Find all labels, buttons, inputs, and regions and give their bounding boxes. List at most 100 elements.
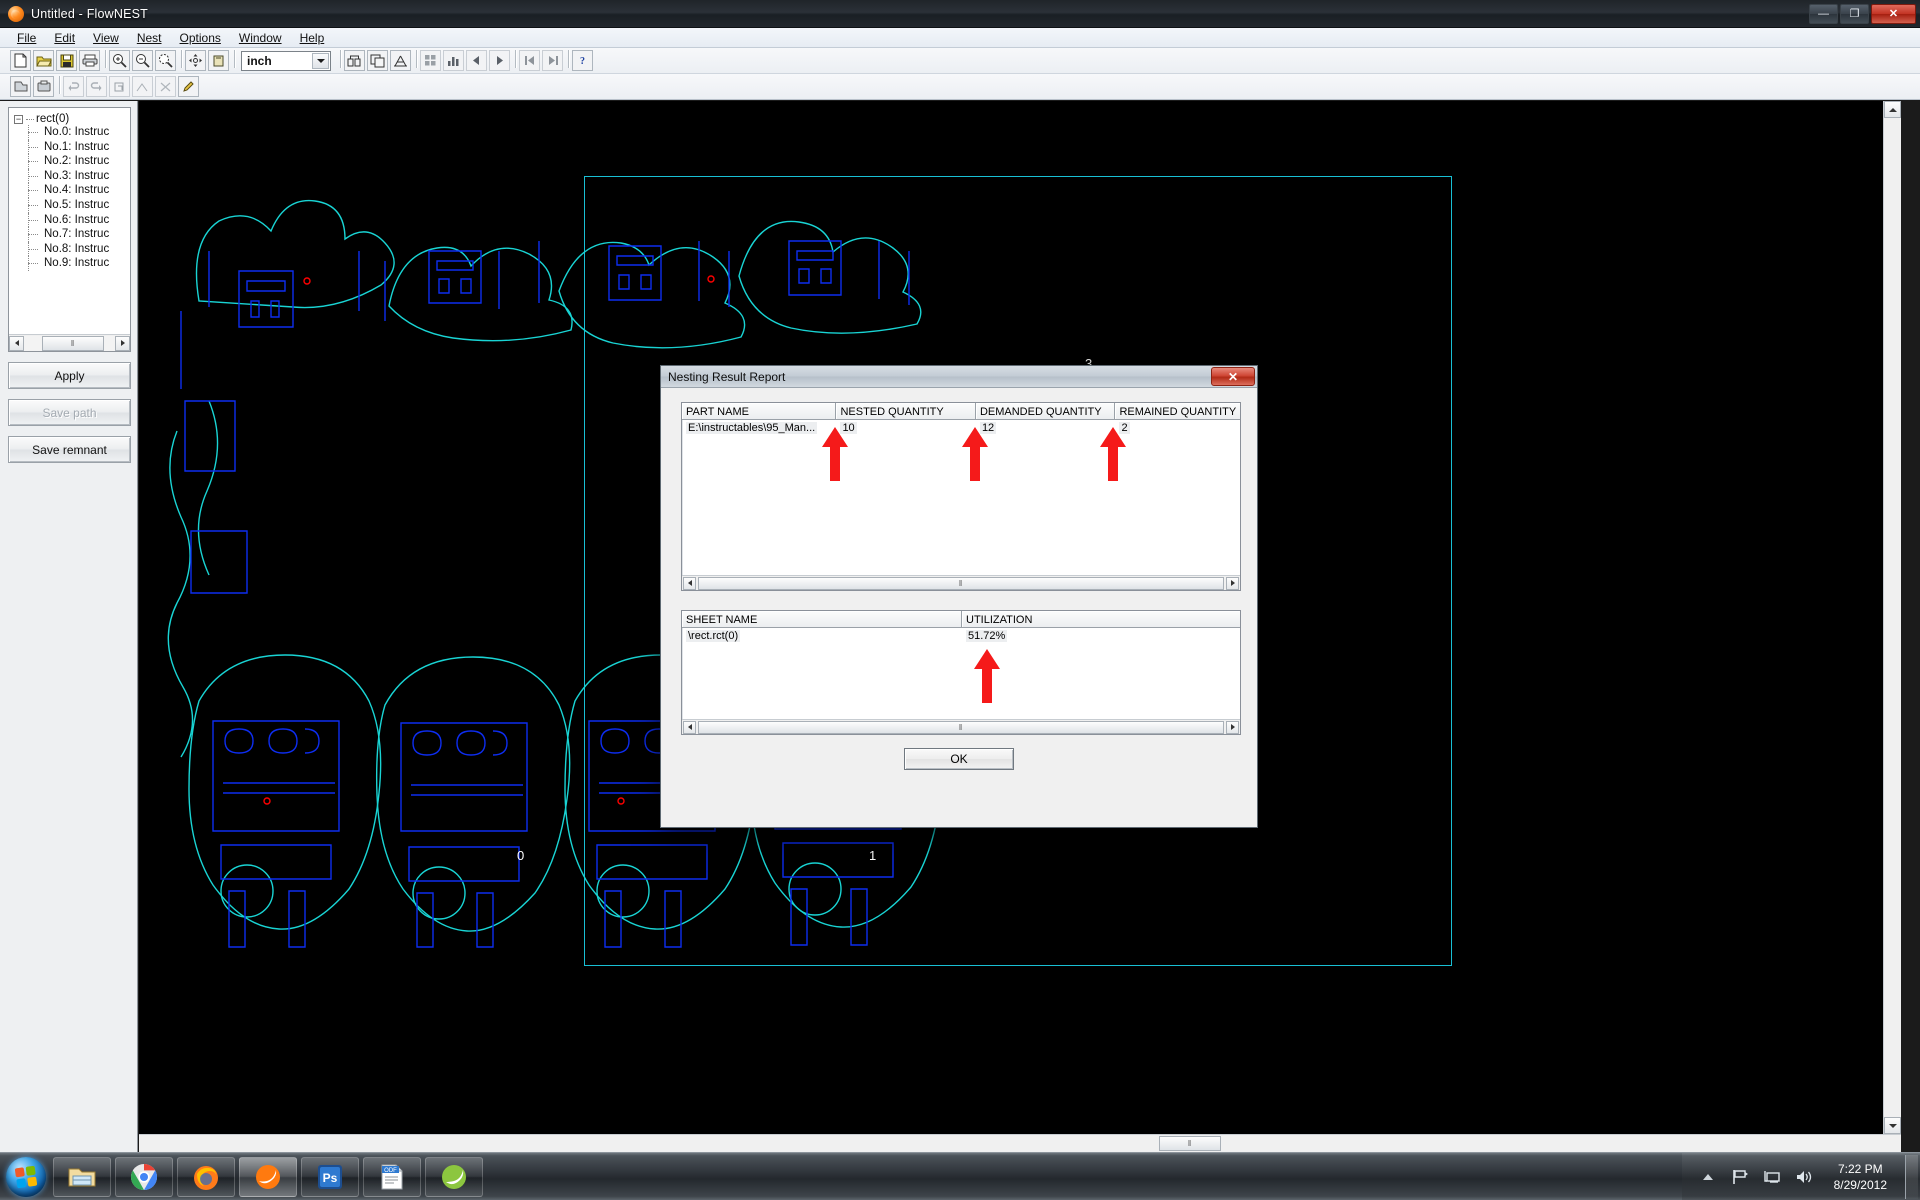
scroll-right-icon[interactable] — [1226, 576, 1239, 590]
parts-result-grid[interactable]: PART NAME NESTED QUANTITY DEMANDED QUANT… — [681, 402, 1241, 591]
minimize-button[interactable]: — — [1809, 3, 1838, 24]
dialog-titlebar: Nesting Result Report ✕ — [661, 366, 1257, 388]
paste-lead-icon[interactable] — [33, 76, 54, 97]
sheets-grid-scrollbar[interactable]: ‖ — [682, 719, 1240, 734]
show-hidden-icons-button[interactable] — [1697, 1166, 1719, 1188]
open-folder-icon[interactable] — [33, 50, 54, 71]
zoom-window-icon[interactable] — [155, 50, 176, 71]
column-part-name[interactable]: PART NAME — [682, 403, 837, 420]
previous-sheet-icon[interactable] — [466, 50, 487, 71]
menu-nest[interactable]: Nest — [128, 29, 171, 47]
chevron-down-icon[interactable] — [312, 52, 329, 69]
scroll-left-icon[interactable] — [683, 576, 696, 590]
volume-speaker-icon[interactable] — [1793, 1166, 1815, 1188]
apply-button[interactable]: Apply — [8, 362, 131, 389]
scroll-down-icon[interactable] — [1884, 1117, 1901, 1134]
report-icon[interactable] — [390, 50, 411, 71]
menu-options[interactable]: Options — [171, 29, 230, 47]
menu-window[interactable]: Window — [230, 29, 291, 47]
new-file-icon[interactable] — [10, 50, 31, 71]
tree-item-0[interactable]: No.0: Instruc — [14, 125, 130, 140]
close-button[interactable]: ✕ — [1871, 3, 1916, 24]
rotate-part-icon[interactable] — [208, 50, 229, 71]
taskbar-windows-explorer[interactable] — [53, 1156, 111, 1197]
column-sheet-name[interactable]: SHEET NAME — [682, 611, 962, 628]
help-context-icon[interactable]: ? — [572, 50, 593, 71]
taskbar-photoshop[interactable]: Ps — [301, 1156, 359, 1197]
taskbar-clock[interactable]: 7:22 PM 8/29/2012 — [1820, 1161, 1901, 1193]
scroll-right-icon[interactable] — [1226, 720, 1239, 734]
parts-tree[interactable]: − rect(0) No.0: Instruc No.1: Instruc No… — [8, 107, 131, 352]
lead-in-icon[interactable] — [132, 76, 153, 97]
start-button[interactable] — [3, 1156, 49, 1198]
maximize-button[interactable]: ❐ — [1840, 3, 1869, 24]
show-desktop-button[interactable] — [1905, 1155, 1918, 1199]
tree-item-3[interactable]: No.3: Instruc — [14, 168, 130, 184]
cut-lead-icon[interactable] — [10, 76, 31, 97]
last-sheet-icon[interactable] — [542, 50, 563, 71]
dialog-close-button[interactable]: ✕ — [1211, 367, 1255, 386]
tree-item-2[interactable]: No.2: Instruc — [14, 154, 130, 169]
canvas-horizontal-scrollbar[interactable]: ‖ — [139, 1134, 1901, 1152]
tree-item-6[interactable]: No.6: Instruc — [14, 212, 130, 228]
menu-file[interactable]: File — [8, 29, 45, 47]
dialog-body: PART NAME NESTED QUANTITY DEMANDED QUANT… — [661, 388, 1257, 827]
table-row[interactable]: \rect.rct(0) 51.72% — [682, 628, 1240, 643]
copy-part-icon[interactable] — [367, 50, 388, 71]
tree-item-1[interactable]: No.1: Instruc — [14, 139, 130, 155]
print-icon[interactable] — [79, 50, 100, 71]
unit-select[interactable]: inch — [241, 50, 331, 71]
tree-horizontal-scrollbar[interactable]: ‖ — [9, 334, 130, 351]
first-sheet-icon[interactable] — [519, 50, 540, 71]
network-flag-icon[interactable] — [1729, 1166, 1751, 1188]
tree-item-8[interactable]: No.8: Instruc — [14, 241, 130, 257]
taskbar-odf-document[interactable]: ODF — [363, 1156, 421, 1197]
edit-path-icon[interactable] — [178, 76, 199, 97]
network-monitor-icon[interactable] — [1761, 1166, 1783, 1188]
zoom-in-icon[interactable] — [109, 50, 130, 71]
taskbar-mozilla-firefox[interactable] — [177, 1156, 235, 1197]
taskbar-openoffice[interactable] — [425, 1156, 483, 1197]
pan-move-icon[interactable] — [185, 50, 206, 71]
delete-path-icon[interactable] — [155, 76, 176, 97]
parts-grid-scrollbar[interactable]: ‖ — [682, 575, 1240, 590]
scroll-left-icon[interactable] — [683, 720, 696, 734]
tree-scroll-track[interactable]: ‖ — [24, 335, 115, 351]
menu-edit[interactable]: Edit — [45, 29, 84, 47]
nest-parts-icon[interactable] — [344, 50, 365, 71]
menu-help[interactable]: Help — [291, 29, 334, 47]
save-remnant-button[interactable]: Save remnant — [8, 436, 131, 463]
tree-item-7[interactable]: No.7: Instruc — [14, 227, 130, 242]
taskbar-google-chrome[interactable] — [115, 1156, 173, 1197]
scroll-left-icon[interactable] — [9, 335, 24, 351]
zoom-out-icon[interactable] — [132, 50, 153, 71]
menu-view[interactable]: View — [84, 29, 128, 47]
tree-item-4[interactable]: No.4: Instruc — [14, 183, 130, 198]
canvas-scroll-thumb[interactable]: ‖ — [1159, 1136, 1221, 1151]
sheets-grid-scroll-thumb[interactable]: ‖ — [698, 720, 1224, 734]
tree-collapse-icon[interactable]: − — [14, 114, 23, 124]
column-remained-quantity[interactable]: REMAINED QUANTITY — [1115, 403, 1240, 420]
column-utilization[interactable]: UTILIZATION — [962, 611, 1240, 628]
column-demanded-quantity[interactable]: DEMANDED QUANTITY — [975, 403, 1116, 420]
redo-icon[interactable] — [86, 76, 107, 97]
sheets-result-grid[interactable]: SHEET NAME UTILIZATION \rect.rct(0) 51.7… — [681, 610, 1241, 735]
undo-icon[interactable] — [63, 76, 84, 97]
save-disk-icon[interactable] — [56, 50, 77, 71]
taskbar-flownest[interactable] — [239, 1156, 297, 1197]
tree-item-9[interactable]: No.9: Instruc — [14, 256, 130, 271]
traverse-icon[interactable] — [109, 76, 130, 97]
grid-view-icon[interactable] — [420, 50, 441, 71]
canvas-vertical-scrollbar[interactable] — [1883, 101, 1901, 1134]
tree-scroll-thumb[interactable]: ‖ — [42, 335, 104, 351]
scroll-right-icon[interactable] — [115, 335, 130, 351]
column-nested-quantity[interactable]: NESTED QUANTITY — [836, 403, 976, 420]
next-sheet-icon[interactable] — [489, 50, 510, 71]
svg-text:?: ? — [580, 56, 585, 67]
scroll-up-icon[interactable] — [1884, 101, 1901, 118]
ok-button[interactable]: OK — [904, 748, 1014, 770]
tree-item-5[interactable]: No.5: Instruc — [14, 197, 130, 213]
chart-icon[interactable] — [443, 50, 464, 71]
parts-grid-scroll-thumb[interactable]: ‖ — [698, 576, 1224, 590]
tree-root-node[interactable]: − rect(0) — [14, 113, 130, 125]
